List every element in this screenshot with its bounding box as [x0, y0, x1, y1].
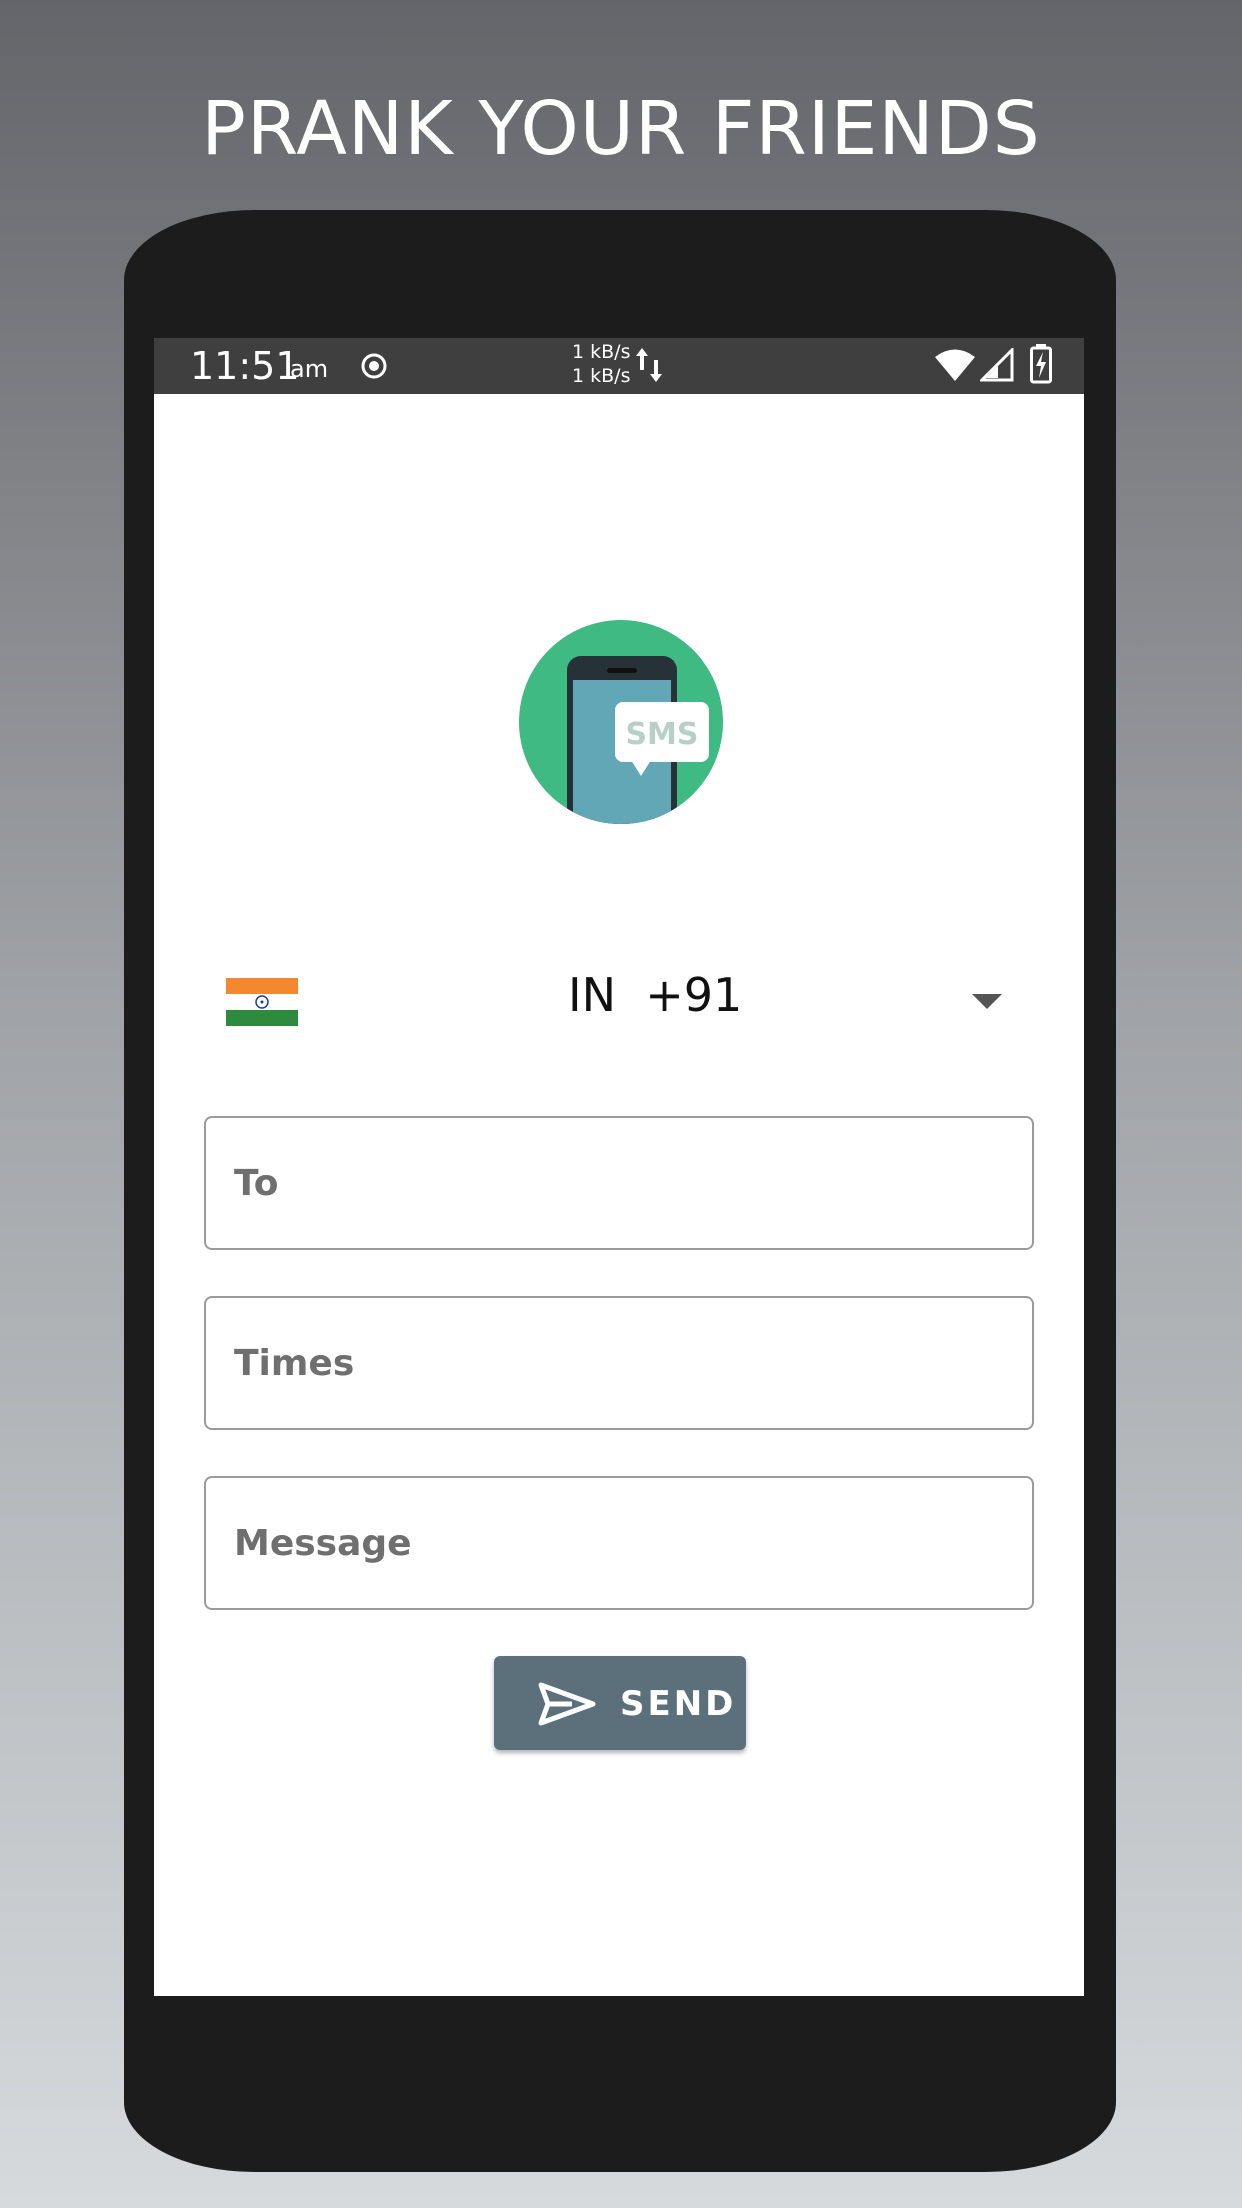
data-transfer-icon	[636, 348, 662, 382]
network-speed: 1 kB/s 1 kB/s	[572, 340, 630, 388]
chevron-down-icon[interactable]	[972, 994, 1002, 1010]
send-icon	[538, 1682, 596, 1726]
record-icon	[361, 353, 387, 379]
india-flag-icon	[226, 978, 298, 1026]
send-label: SEND	[620, 1684, 737, 1724]
message-field[interactable]	[204, 1476, 1034, 1610]
download-speed: 1 kB/s	[572, 365, 631, 387]
message-input[interactable]	[206, 1478, 1032, 1608]
to-field[interactable]	[204, 1116, 1034, 1250]
battery-charging-icon	[1030, 344, 1052, 384]
send-button[interactable]: SEND	[494, 1656, 746, 1750]
cell-signal-icon	[980, 348, 1014, 382]
promo-headline: PRANK YOUR FRIENDS	[201, 86, 1041, 172]
status-bar: 11:51 am 1 kB/s 1 kB/s	[154, 338, 1084, 394]
times-field[interactable]	[204, 1296, 1034, 1430]
upload-speed: 1 kB/s	[572, 341, 631, 363]
sms-phone-logo-icon: SMS	[519, 620, 723, 824]
to-input[interactable]	[206, 1118, 1032, 1248]
status-ampm: am	[290, 355, 329, 383]
times-input[interactable]	[206, 1298, 1032, 1428]
sms-badge-text: SMS	[625, 717, 698, 752]
country-code-label: IN +91	[568, 968, 743, 1022]
country-code-picker[interactable]: IN +91	[154, 958, 1084, 1038]
status-time: 11:51	[190, 344, 300, 388]
app-screen: 11:51 am 1 kB/s 1 kB/s SMS IN +91 To Tim…	[154, 338, 1084, 1996]
wifi-icon	[935, 349, 975, 381]
